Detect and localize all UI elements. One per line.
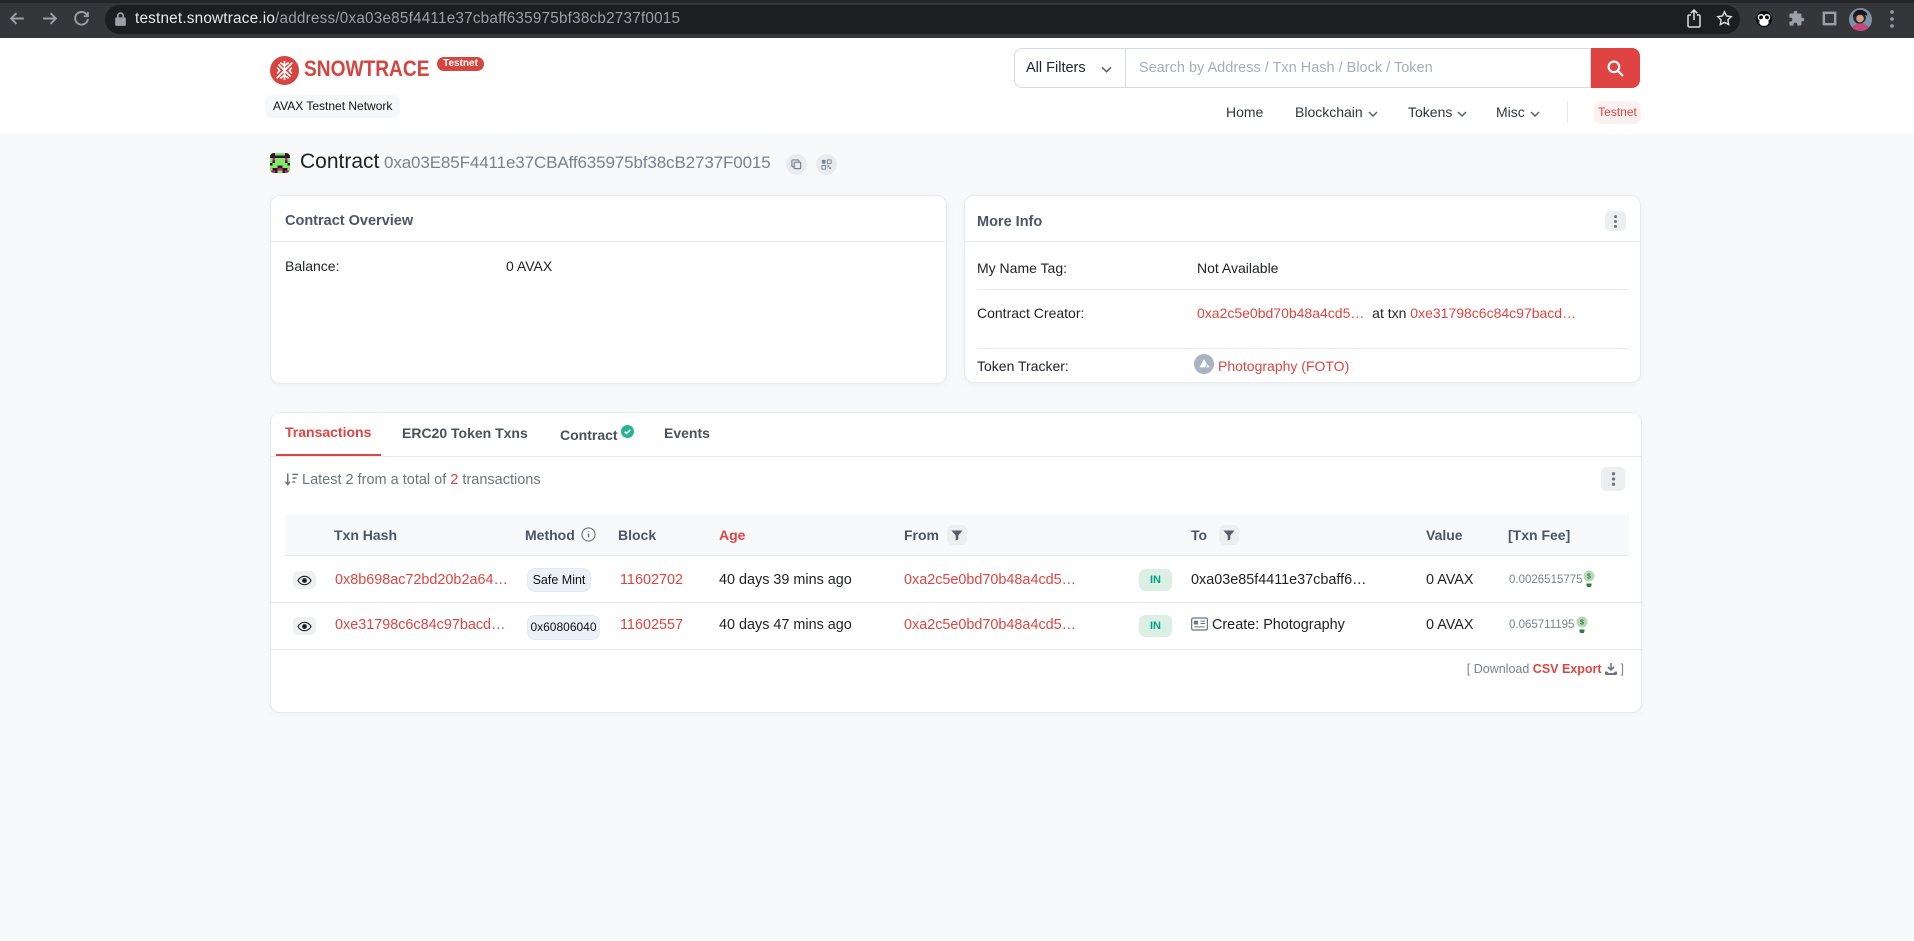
svg-text:$: $	[1580, 620, 1584, 627]
svg-text:$: $	[1587, 574, 1591, 581]
